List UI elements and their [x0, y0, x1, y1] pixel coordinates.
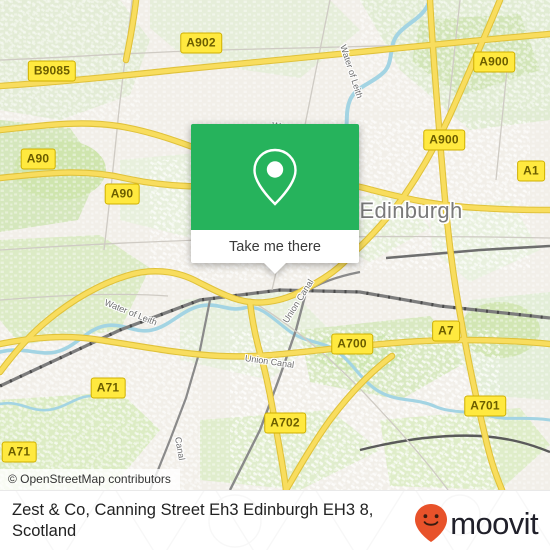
road-shield: A702: [264, 412, 306, 434]
road-shield: A902: [180, 32, 222, 54]
road-shield: A900: [423, 129, 465, 151]
road-shield: A700: [331, 333, 373, 355]
road-shield: A701: [464, 395, 506, 417]
road-shield: A71: [1, 441, 37, 463]
road-shield: A71: [90, 377, 126, 399]
road-shield: A900: [473, 51, 515, 73]
take-me-there-label: Take me there: [229, 238, 321, 255]
road-shield: A90: [20, 148, 56, 170]
road-shield: A90: [104, 183, 140, 205]
road-shield: A7: [432, 320, 460, 342]
popup-pointer-tail: [264, 263, 286, 274]
popup-header: [191, 124, 359, 230]
moovit-wordmark: moovit: [450, 505, 538, 541]
moovit-logo[interactable]: moovit: [414, 503, 539, 543]
map-pin-icon: [253, 148, 297, 206]
city-label-edinburgh: Edinburgh: [359, 198, 463, 223]
place-popup-card[interactable]: Take me there: [191, 124, 359, 274]
road-shield: B9085: [27, 60, 77, 82]
footer-bar: Zest & Co, Canning Street Eh3 Edinburgh …: [0, 490, 550, 550]
take-me-there-button[interactable]: Take me there: [191, 230, 359, 263]
moovit-place-map-card: A902 B9085 A900 A900 A1 A90 A90 A7 A700 …: [0, 0, 550, 550]
osm-attribution[interactable]: © OpenStreetMap contributors: [0, 468, 180, 490]
place-address-text: Zest & Co, Canning Street Eh3 Edinburgh …: [12, 501, 374, 540]
moovit-pin-smiley-icon: [415, 504, 448, 542]
map-canvas[interactable]: A902 B9085 A900 A900 A1 A90 A90 A7 A700 …: [0, 0, 550, 490]
road-shield: A1: [517, 160, 545, 182]
